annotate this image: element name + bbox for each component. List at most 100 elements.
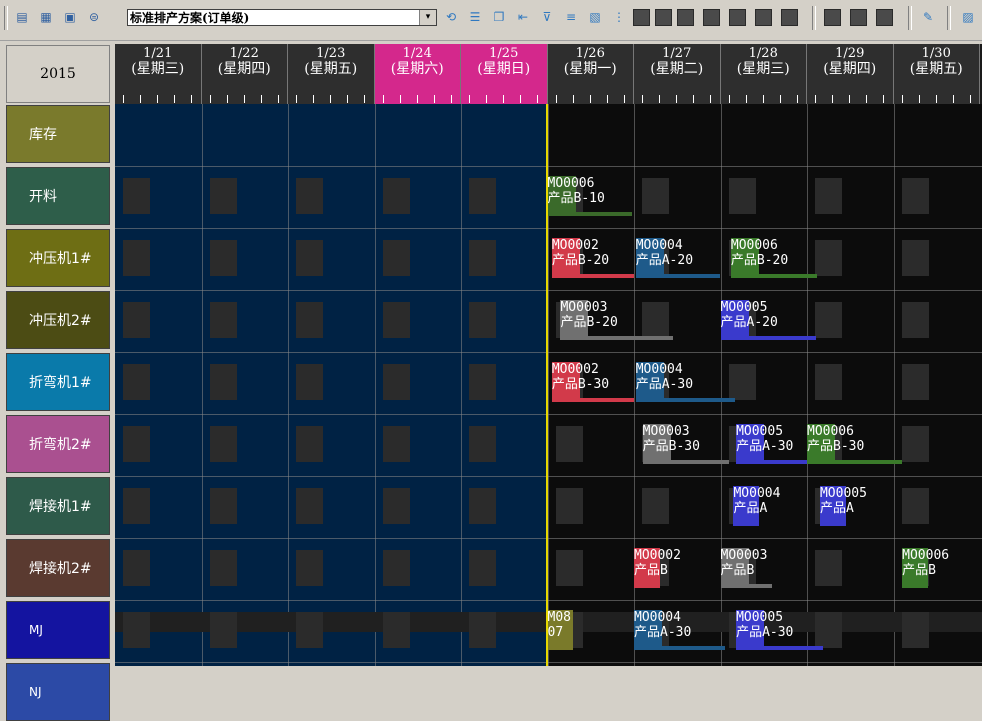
- order-bar[interactable]: MO0006 产品B-30: [807, 424, 903, 466]
- cell-block[interactable]: [382, 302, 410, 338]
- cell-block[interactable]: [901, 488, 929, 524]
- date-column-header[interactable]: 1/26 (星期一): [547, 44, 634, 104]
- cell-block[interactable]: [901, 364, 929, 400]
- order-bar[interactable]: MO0005 产品A-30: [736, 610, 823, 652]
- cell-block[interactable]: [209, 240, 237, 276]
- filter-icon[interactable]: ⊽: [539, 9, 555, 25]
- resource-label[interactable]: 焊接机2#: [6, 539, 110, 597]
- order-bar[interactable]: MO0005 产品A-20: [720, 300, 816, 342]
- date-column-header[interactable]: 1/28 (星期三): [720, 44, 807, 104]
- resource-label[interactable]: 焊接机1#: [6, 477, 110, 535]
- cell-block[interactable]: [469, 302, 496, 338]
- export-icon[interactable]: ⊜: [86, 9, 102, 25]
- cell-block[interactable]: [296, 612, 323, 648]
- date-column-header[interactable]: 1/24 (星期六): [374, 44, 461, 104]
- cell-block[interactable]: [815, 240, 842, 276]
- order-bar[interactable]: MO0003 产品B: [720, 548, 773, 590]
- order-bar[interactable]: MO0004 产品A-20: [635, 238, 721, 280]
- date-column-header[interactable]: 1/21 (星期三): [115, 44, 202, 104]
- cell-block[interactable]: [123, 302, 150, 338]
- cell-block[interactable]: [123, 488, 150, 524]
- order-bar[interactable]: MO0006 产品B: [902, 548, 949, 590]
- schedule-grid[interactable]: MO0006 产品B-10 MO0002 产品B-20 MO0004 产品A-20 MO00…: [115, 104, 982, 666]
- cell-block[interactable]: [901, 178, 929, 214]
- cell-block[interactable]: [209, 302, 237, 338]
- cell-block[interactable]: [209, 488, 237, 524]
- resource-label[interactable]: NJ: [6, 663, 110, 721]
- resource-label[interactable]: 冲压机1#: [6, 229, 110, 287]
- cell-block[interactable]: [469, 426, 496, 462]
- cell-block[interactable]: [296, 302, 323, 338]
- cell-block[interactable]: [296, 488, 323, 524]
- order-bar[interactable]: MO0002 产品B: [634, 548, 681, 590]
- color-block-6[interactable]: [755, 9, 772, 26]
- indent-icon[interactable]: ⇤: [515, 9, 531, 25]
- resource-label[interactable]: 折弯机1#: [6, 353, 110, 411]
- date-column-header[interactable]: 1/22 (星期四): [201, 44, 288, 104]
- cell-block[interactable]: [469, 364, 496, 400]
- cell-block[interactable]: [815, 550, 842, 586]
- align-icon[interactable]: ≡: [563, 9, 579, 25]
- cell-block[interactable]: [209, 550, 237, 586]
- cell-block[interactable]: [901, 612, 929, 648]
- cell-block[interactable]: [469, 550, 496, 586]
- cell-block[interactable]: [382, 550, 410, 586]
- cell-block[interactable]: [209, 178, 237, 214]
- color-block-2[interactable]: [655, 9, 672, 26]
- cell-block[interactable]: [382, 240, 410, 276]
- copy-icon[interactable]: ❐: [491, 9, 507, 25]
- cell-block[interactable]: [123, 178, 150, 214]
- order-bar[interactable]: MO0002 产品B-30: [551, 362, 634, 404]
- report-icon[interactable]: ▧: [587, 9, 603, 25]
- cell-block[interactable]: [469, 240, 496, 276]
- cell-block[interactable]: [815, 364, 842, 400]
- cell-block[interactable]: [642, 488, 669, 524]
- color-block-5[interactable]: [729, 9, 746, 26]
- date-column-header[interactable]: 1/30 (星期五): [893, 44, 980, 104]
- cell-block[interactable]: [209, 364, 237, 400]
- cell-block[interactable]: [382, 364, 410, 400]
- order-bar[interactable]: MO0005 产品A: [819, 486, 867, 528]
- cell-block[interactable]: [123, 550, 150, 586]
- cell-block[interactable]: [296, 550, 323, 586]
- cell-block[interactable]: [382, 426, 410, 462]
- cell-block[interactable]: [123, 240, 150, 276]
- cell-block[interactable]: [209, 612, 237, 648]
- print-icon[interactable]: ▦: [38, 9, 54, 25]
- date-column-header[interactable]: 1/25 (星期日): [461, 44, 548, 104]
- cell-block[interactable]: [382, 178, 410, 214]
- order-bar[interactable]: MO0004 产品A-30: [635, 362, 736, 404]
- cell-block[interactable]: [642, 178, 669, 214]
- date-column-header[interactable]: 1/29 (星期四): [807, 44, 894, 104]
- cell-block[interactable]: [123, 364, 150, 400]
- color-block-4[interactable]: [703, 9, 720, 26]
- color-block-7[interactable]: [781, 9, 798, 26]
- cell-block[interactable]: [382, 488, 410, 524]
- cell-block[interactable]: [555, 488, 583, 524]
- cell-block[interactable]: [901, 240, 929, 276]
- preview-icon[interactable]: ▣: [62, 9, 78, 25]
- resource-label[interactable]: 库存: [6, 105, 110, 163]
- cell-block[interactable]: [469, 178, 496, 214]
- cell-block[interactable]: [296, 178, 323, 214]
- report2-icon[interactable]: ▨: [960, 9, 976, 25]
- cell-block[interactable]: [555, 426, 583, 462]
- order-bar[interactable]: MO0003 产品B-20: [560, 300, 673, 342]
- cell-block[interactable]: [901, 426, 929, 462]
- color-block-9[interactable]: [850, 9, 867, 26]
- cell-block[interactable]: [296, 240, 323, 276]
- save-icon[interactable]: ▤: [14, 9, 30, 25]
- cell-block[interactable]: [209, 426, 237, 462]
- dropdown-arrow-icon[interactable]: ▾: [419, 10, 436, 25]
- resource-label[interactable]: MJ: [6, 601, 110, 659]
- order-bar[interactable]: M08 07: [547, 610, 574, 652]
- resource-label[interactable]: 开料: [6, 167, 110, 225]
- date-column-header[interactable]: 1/23 (星期五): [288, 44, 375, 104]
- cell-block[interactable]: [815, 178, 842, 214]
- chart-icon[interactable]: ⋮: [611, 9, 627, 25]
- order-bar[interactable]: MO0003 产品B-30: [642, 424, 730, 466]
- order-bar[interactable]: MO0004 产品A-30: [634, 610, 725, 652]
- color-block-1[interactable]: [633, 9, 650, 26]
- order-bar[interactable]: MO0006 产品B-10: [547, 176, 633, 218]
- resource-label[interactable]: 冲压机2#: [6, 291, 110, 349]
